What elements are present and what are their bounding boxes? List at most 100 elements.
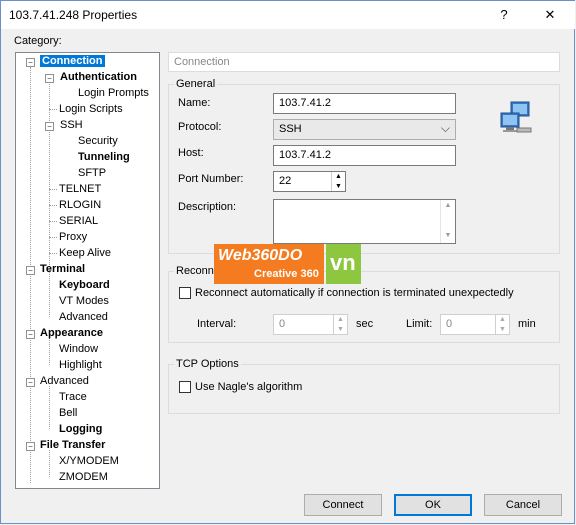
tree-connector	[49, 109, 57, 110]
tree-item-tunneling[interactable]: Tunneling	[78, 151, 130, 163]
description-label: Description:	[178, 201, 237, 213]
nagle-checkbox-label: Use Nagle's algorithm	[195, 381, 303, 393]
help-button[interactable]: ?	[489, 5, 519, 25]
tree-item-trace[interactable]: Trace	[59, 391, 87, 403]
description-scrollbar[interactable]: ▲ ▼	[440, 200, 455, 243]
collapse-icon[interactable]: −	[26, 266, 35, 275]
spin-up-icon[interactable]: ▲	[496, 315, 509, 325]
tree-item-advanced[interactable]: Advanced	[40, 375, 89, 387]
tree-item-file-transfer[interactable]: File Transfer	[40, 439, 105, 451]
tree-connector	[49, 274, 50, 317]
interval-stepper[interactable]: 0 ▲ ▼	[273, 314, 348, 335]
title-bar: 103.7.41.248 Properties ? ✕	[1, 1, 575, 29]
interval-value: 0	[279, 318, 286, 330]
reconnect-checkbox-label: Reconnect automatically if connection is…	[195, 287, 514, 299]
tree-connector	[49, 205, 57, 206]
scroll-up-icon[interactable]: ▲	[441, 200, 455, 221]
spin-down-icon[interactable]: ▼	[332, 182, 345, 192]
tree-item-vt-modes[interactable]: VT Modes	[59, 295, 109, 307]
properties-dialog: 103.7.41.248 Properties ? ✕ Category: − …	[0, 0, 575, 524]
window-title: 103.7.41.248 Properties	[9, 8, 138, 22]
tree-item-proxy[interactable]: Proxy	[59, 231, 87, 243]
name-field[interactable]: 103.7.41.2	[273, 93, 456, 114]
cancel-button[interactable]: Cancel	[484, 494, 562, 516]
port-value: 22	[279, 175, 292, 187]
protocol-select[interactable]: SSH ⌵	[273, 119, 456, 140]
watermark-logo: Web360DO Creative 360 VN	[214, 244, 361, 284]
tree-item-keep-alive[interactable]: Keep Alive	[59, 247, 111, 259]
tree-item-appearance[interactable]: Appearance	[40, 327, 103, 339]
tree-item-zmodem[interactable]: ZMODEM	[59, 471, 108, 483]
panel-title: Connection	[168, 52, 560, 72]
watermark-green-box: VN	[326, 244, 361, 284]
tree-connector	[30, 67, 31, 483]
tree-item-keyboard[interactable]: Keyboard	[59, 279, 110, 291]
ok-button[interactable]: OK	[394, 494, 472, 516]
interval-label: Interval:	[197, 318, 237, 330]
collapse-icon[interactable]: −	[26, 442, 35, 451]
collapse-icon[interactable]: −	[26, 378, 35, 387]
port-stepper[interactable]: 22 ▲ ▼	[273, 171, 346, 192]
limit-value: 0	[446, 318, 453, 330]
spin-up-icon[interactable]: ▲	[334, 315, 347, 325]
tree-connector	[49, 338, 50, 365]
watermark-sub: Creative 360	[254, 268, 319, 280]
spin-down-icon[interactable]: ▼	[496, 325, 509, 335]
tree-item-bell[interactable]: Bell	[59, 407, 77, 419]
tcp-options-label: TCP Options	[174, 358, 241, 370]
tree-item-terminal[interactable]: Terminal	[40, 263, 85, 275]
port-spin[interactable]: ▲ ▼	[331, 172, 345, 191]
tree-item-login-prompts[interactable]: Login Prompts	[78, 87, 149, 99]
category-tree[interactable]: − Connection − Authentication Login Prom…	[15, 52, 160, 489]
spin-down-icon[interactable]: ▼	[334, 325, 347, 335]
port-label: Port Number:	[178, 173, 244, 185]
tree-item-authentication[interactable]: Authentication	[60, 71, 137, 83]
limit-label: Limit:	[406, 318, 433, 330]
reconnect-checkbox[interactable]	[179, 287, 191, 299]
chevron-down-icon: ⌵	[440, 121, 450, 135]
tree-item-terminal-advanced[interactable]: Advanced	[59, 311, 108, 323]
tree-item-window[interactable]: Window	[59, 343, 98, 355]
network-computers-icon	[500, 101, 532, 133]
tree-connector	[49, 386, 50, 429]
collapse-icon[interactable]: −	[45, 74, 54, 83]
tree-item-security[interactable]: Security	[78, 135, 118, 147]
tree-item-sftp[interactable]: SFTP	[78, 167, 106, 179]
general-group-label: General	[174, 78, 218, 90]
tree-connector	[49, 450, 50, 477]
tree-item-logging[interactable]: Logging	[59, 423, 102, 435]
tree-connector	[49, 253, 57, 254]
spin-up-icon[interactable]: ▲	[332, 172, 345, 182]
host-field[interactable]: 103.7.41.2	[273, 145, 456, 166]
tree-item-xymodem[interactable]: X/YMODEM	[59, 455, 119, 467]
tree-connector	[49, 221, 57, 222]
tree-item-telnet[interactable]: TELNET	[59, 183, 101, 195]
limit-spin[interactable]: ▲ ▼	[495, 315, 509, 334]
watermark-orange-box: Web360DO Creative 360	[214, 244, 324, 284]
category-label: Category:	[14, 35, 62, 47]
nagle-checkbox[interactable]	[179, 381, 191, 393]
tree-item-serial[interactable]: SERIAL	[59, 215, 98, 227]
scroll-down-icon[interactable]: ▼	[441, 221, 455, 242]
collapse-icon[interactable]: −	[26, 330, 35, 339]
name-value: 103.7.41.2	[279, 97, 331, 109]
host-label: Host:	[178, 147, 204, 159]
tree-item-connection[interactable]: Connection	[40, 55, 105, 67]
protocol-value: SSH	[279, 123, 302, 135]
connect-button[interactable]: Connect	[304, 494, 382, 516]
interval-spin[interactable]: ▲ ▼	[333, 315, 347, 334]
tree-connector	[49, 189, 57, 190]
tree-item-rlogin[interactable]: RLOGIN	[59, 199, 101, 211]
collapse-icon[interactable]: −	[45, 122, 54, 131]
tree-item-highlight[interactable]: Highlight	[59, 359, 102, 371]
close-button[interactable]: ✕	[535, 5, 565, 25]
collapse-icon[interactable]: −	[26, 58, 35, 67]
tree-item-ssh[interactable]: SSH	[60, 119, 83, 131]
tree-item-login-scripts[interactable]: Login Scripts	[59, 103, 123, 115]
host-value: 103.7.41.2	[279, 149, 331, 161]
tree-connector	[49, 237, 57, 238]
limit-unit: min	[518, 318, 536, 330]
watermark-brand: Web360DO	[218, 247, 303, 264]
limit-stepper[interactable]: 0 ▲ ▼	[440, 314, 510, 335]
description-field[interactable]: ▲ ▼	[273, 199, 456, 244]
